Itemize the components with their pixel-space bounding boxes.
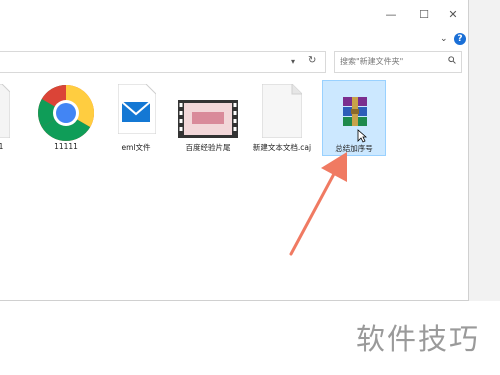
file-item-selected[interactable]: 总结加序号	[322, 80, 386, 156]
ribbon-expand-chevron-icon[interactable]: ⌄	[440, 34, 450, 44]
chrome-icon	[38, 85, 94, 141]
pointer-arrow-annotation	[289, 152, 347, 256]
mouse-cursor-icon	[357, 129, 367, 143]
search-placeholder: 搜索"新建文件夹"	[340, 57, 404, 66]
file-label: 百度经验片尾	[185, 143, 231, 152]
title-bar: — ☐ ✕	[0, 0, 468, 30]
help-icon[interactable]: ?	[454, 33, 466, 45]
generic-file-icon	[0, 84, 10, 138]
search-box[interactable]: 搜索"新建文件夹"	[334, 51, 462, 73]
maximize-button[interactable]: ☐	[418, 9, 430, 21]
close-button[interactable]: ✕	[447, 9, 459, 21]
document-icon	[262, 84, 302, 138]
file-label: 11111	[54, 142, 78, 151]
mail-icon	[118, 84, 156, 134]
watermark-text: 软件技巧	[356, 322, 481, 356]
address-dropdown-icon[interactable]: ▾	[291, 57, 295, 66]
minimize-button[interactable]: —	[385, 9, 397, 21]
file-item[interactable]: 1	[0, 78, 24, 158]
search-icon	[448, 56, 456, 64]
explorer-window: — ☐ ✕ ⌄ ? ▾ ↻ 搜索"新建文件夹" 1 11111 eml文件 百度…	[0, 0, 469, 301]
file-item[interactable]: 百度经验片尾	[173, 78, 243, 158]
refresh-icon[interactable]: ↻	[308, 55, 316, 66]
file-item[interactable]: eml文件	[101, 78, 171, 158]
file-label: 1	[0, 142, 4, 151]
address-bar[interactable]: ▾ ↻	[0, 51, 326, 73]
file-label: eml文件	[121, 143, 151, 152]
window-side-shadow	[469, 0, 500, 301]
winrar-archive-icon	[343, 97, 367, 126]
file-item[interactable]: 11111	[31, 78, 101, 158]
video-thumbnail-icon	[178, 100, 238, 138]
file-item[interactable]: 新建文本文档.caj	[247, 78, 317, 158]
